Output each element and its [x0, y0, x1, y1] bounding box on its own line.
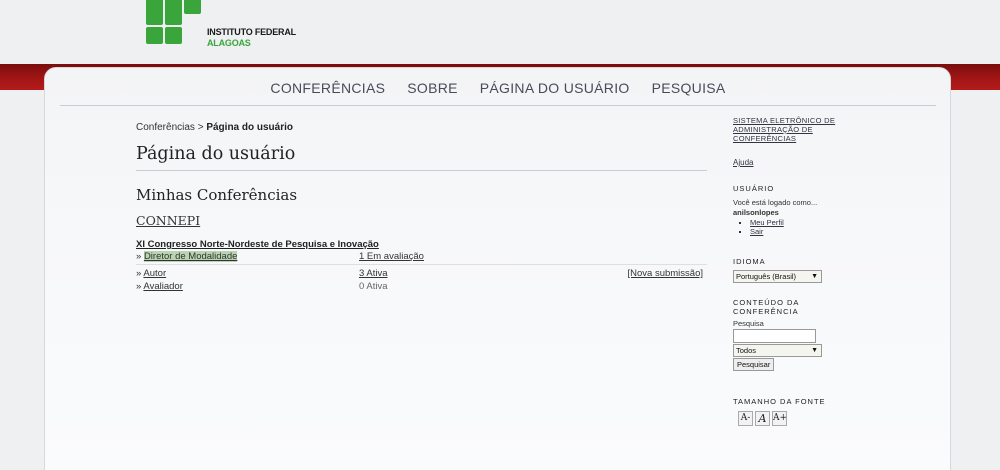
status-cell: 3 Ativa: [359, 268, 388, 279]
logo-line1: INSTITUTO FEDERAL: [207, 27, 296, 37]
row-bullet: »: [136, 268, 142, 279]
search-label: Pesquisa: [733, 319, 764, 328]
institution-logo[interactable]: INSTITUTO FEDERAL ALAGOAS: [146, 0, 296, 48]
font-size-block-title: TAMANHO DA FONTE: [733, 397, 826, 406]
role-row-diretor: » Diretor de Modalidade 1 Em avaliação: [136, 250, 707, 265]
nav-pagina-usuario[interactable]: PÁGINA DO USUÁRIO: [480, 80, 630, 96]
role-link-autor[interactable]: Autor: [143, 268, 166, 279]
content-container: CONFERÊNCIAS SOBRE PÁGINA DO USUÁRIO PES…: [44, 67, 951, 470]
new-submission-link[interactable]: [Nova submissão]: [627, 268, 703, 279]
status-link-ativa[interactable]: 3 Ativa: [359, 268, 388, 279]
main-content: Conferências > Página do usuário Página …: [136, 122, 707, 293]
breadcrumb-home[interactable]: Conferências: [136, 122, 195, 133]
nav-sobre[interactable]: SOBRE: [407, 80, 458, 96]
sidebar: SISTEMA ELETRÔNICO DE ADMINISTRAÇÃO DE C…: [733, 116, 863, 426]
scope-value: Todos: [736, 346, 757, 355]
search-button[interactable]: Pesquisar: [733, 358, 775, 371]
nav-conferencias[interactable]: CONFERÊNCIAS: [270, 80, 385, 96]
page-title: Página do usuário: [136, 144, 296, 164]
system-link[interactable]: SISTEMA ELETRÔNICO DE ADMINISTRAÇÃO DE C…: [733, 116, 863, 143]
user-block-title: USUÁRIO: [733, 184, 775, 193]
content-block-title: CONTEÚDO DA CONFERÊNCIA: [733, 298, 800, 316]
list-item: Sair: [750, 227, 863, 236]
role-row-avaliador: » Avaliador 0 Ativa: [136, 280, 707, 293]
language-block-title: IDIOMA: [733, 257, 766, 266]
status-text-ativa: 0 Ativa: [359, 281, 388, 292]
search-scope-select[interactable]: Todos ▼: [733, 344, 822, 357]
font-size-controls: A- A A+: [738, 411, 863, 426]
title-divider: [136, 170, 707, 171]
help-link[interactable]: Ajuda: [733, 158, 863, 167]
role-cell: » Diretor de Modalidade: [136, 251, 238, 262]
main-nav: CONFERÊNCIAS SOBRE PÁGINA DO USUÁRIO PES…: [60, 68, 936, 106]
nav-pesquisa[interactable]: PESQUISA: [652, 80, 726, 96]
role-row-autor: » Autor 3 Ativa [Nova submissão]: [136, 267, 707, 280]
language-value: Português (Brasil): [736, 272, 797, 281]
role-cell: » Autor: [136, 268, 166, 279]
logout-link[interactable]: Sair: [750, 227, 763, 236]
search-input[interactable]: [733, 329, 816, 343]
section-title: Minhas Conferências: [136, 186, 298, 204]
row-bullet: »: [136, 281, 142, 292]
logo-line2: ALAGOAS: [207, 38, 251, 48]
list-item: Meu Perfil: [750, 218, 863, 227]
status-link-em-avaliacao[interactable]: 1 Em avaliação: [359, 251, 424, 262]
font-increase-icon[interactable]: A+: [772, 411, 787, 426]
action-cell: [Nova submissão]: [627, 268, 703, 279]
chevron-down-icon: ▼: [811, 273, 818, 280]
conference-link[interactable]: CONNEPI: [136, 213, 200, 228]
site-header: INSTITUTO FEDERAL ALAGOAS: [0, 0, 1000, 64]
username: anilsonlopes: [733, 208, 779, 217]
user-links: Meu Perfil Sair: [750, 218, 863, 236]
breadcrumb-current: Página do usuário: [206, 122, 294, 133]
language-select[interactable]: Português (Brasil) ▼: [733, 270, 822, 283]
role-cell: » Avaliador: [136, 281, 183, 292]
font-default-icon[interactable]: A: [755, 411, 770, 426]
my-profile-link[interactable]: Meu Perfil: [750, 218, 784, 227]
font-decrease-icon[interactable]: A-: [738, 411, 753, 426]
breadcrumb: Conferências > Página do usuário: [136, 122, 707, 136]
row-bullet: »: [136, 251, 142, 262]
status-cell: 1 Em avaliação: [359, 251, 424, 262]
logo-grid-icon: [146, 0, 204, 48]
role-link-avaliador[interactable]: Avaliador: [143, 281, 182, 292]
role-link-diretor[interactable]: Diretor de Modalidade: [143, 251, 238, 262]
breadcrumb-separator: >: [197, 122, 204, 133]
chevron-down-icon: ▼: [811, 347, 818, 354]
event-title-link[interactable]: XI Congresso Norte-Nordeste de Pesquisa …: [136, 239, 707, 250]
logged-as-text: Você está logado como...: [733, 198, 818, 207]
logo-text: INSTITUTO FEDERAL ALAGOAS: [207, 27, 296, 49]
